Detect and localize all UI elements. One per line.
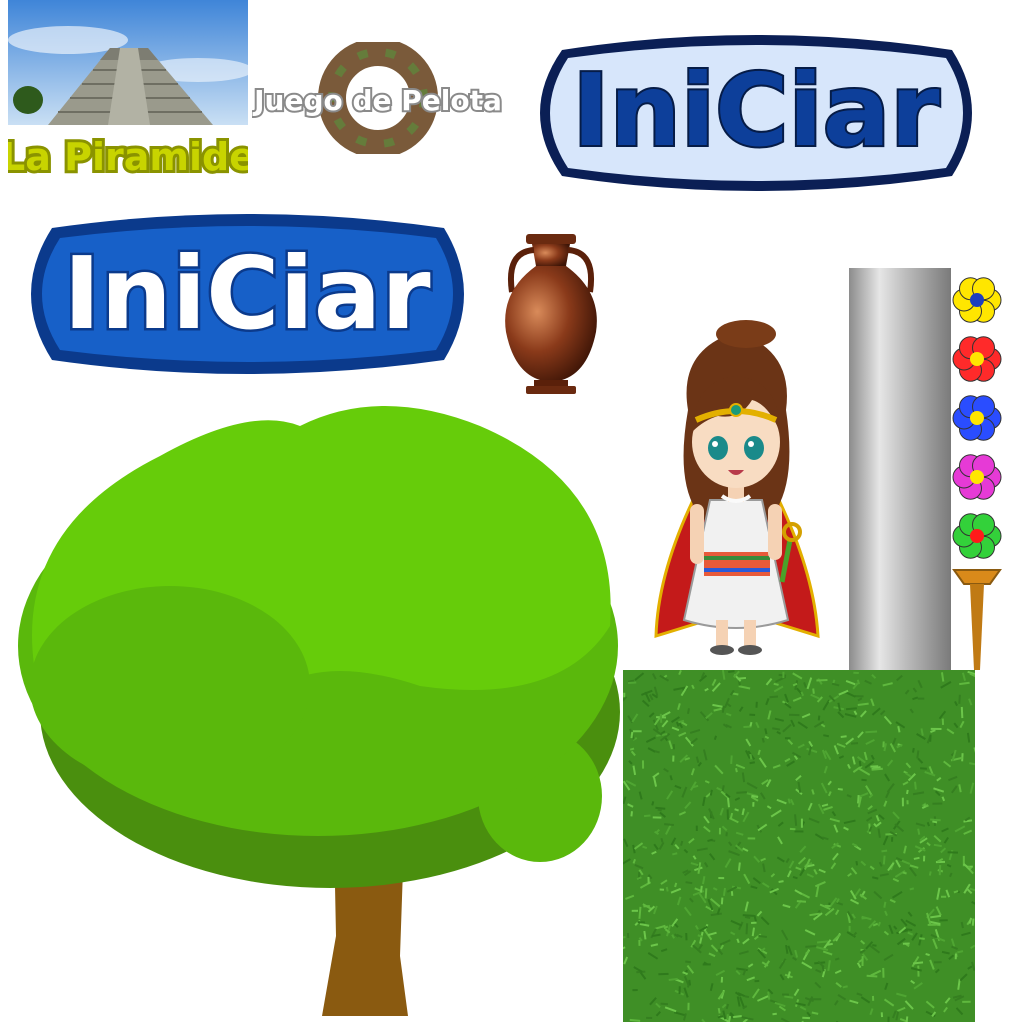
piramide-label: La Piramide (8, 118, 248, 193)
piramide-label-text: La Piramide (8, 135, 248, 179)
amphora-sprite (496, 232, 606, 398)
tree-icon (0, 396, 626, 1022)
grass-texture (623, 670, 975, 1022)
character-sprite (648, 320, 824, 660)
pillar-sprite (849, 268, 951, 670)
torch-sprite (950, 566, 1004, 670)
torch-icon (950, 566, 1004, 670)
green-flower-icon (953, 514, 1001, 559)
stone-pillar (849, 268, 951, 670)
grass-tile (623, 670, 975, 1022)
ball-ring-icon: Juego de Pelota (252, 42, 504, 154)
pelota-tile[interactable]: Juego de Pelota (252, 42, 504, 154)
start-dark-label: IniCiar (63, 235, 431, 352)
flowers-column (950, 268, 1006, 568)
tree-sprite (0, 396, 626, 1022)
princess-character (648, 320, 824, 660)
magenta-flower-icon (953, 455, 1001, 500)
red-flower-icon (953, 337, 1001, 382)
start-light-label: IniCiar (572, 52, 940, 169)
piramide-tile[interactable]: La Piramide (8, 0, 248, 195)
blue-flower-icon (953, 396, 1001, 441)
flower-sprites (950, 268, 1006, 568)
vase-icon (496, 232, 606, 398)
pelota-label: Juego de Pelota (252, 84, 502, 117)
start-button-light[interactable]: IniCiar (522, 30, 990, 196)
start-button-dark[interactable]: IniCiar (12, 210, 482, 378)
yellow-flower-icon (953, 278, 1001, 323)
